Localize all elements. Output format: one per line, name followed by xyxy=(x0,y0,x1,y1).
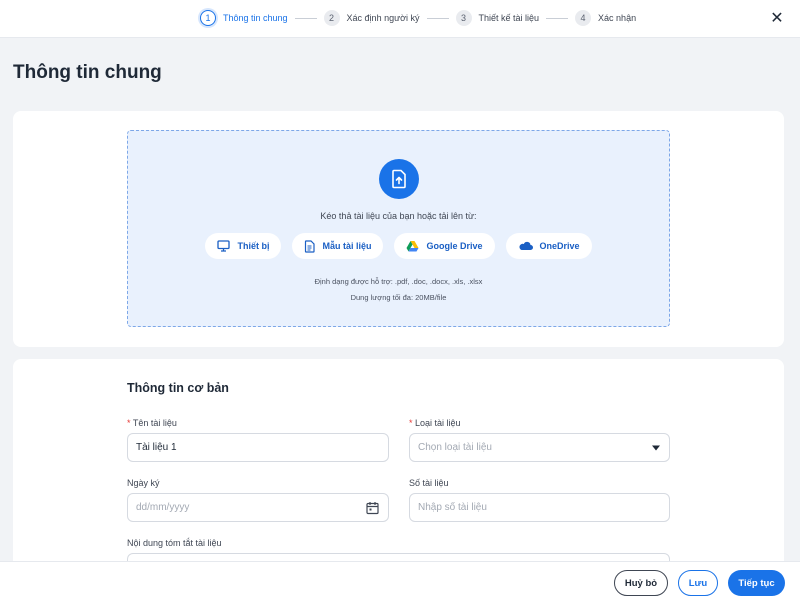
doc-name-label-text: Tên tài liệu xyxy=(132,418,177,428)
stepper: 1 Thông tin chung 2 Xác định người ký 3 … xyxy=(200,9,636,27)
doc-type-placeholder: Chọn loại tài liệu xyxy=(418,442,492,453)
action-bar: Huỷ bỏ Lưu Tiếp tục xyxy=(0,561,800,599)
doc-number-input[interactable]: Nhập số tài liệu xyxy=(409,493,670,522)
calendar-icon[interactable] xyxy=(366,501,379,514)
step-confirm[interactable]: 4 Xác nhận xyxy=(575,10,636,26)
doc-name-label: * Tên tài liệu xyxy=(127,418,177,428)
source-label: Mẫu tài liệu xyxy=(322,241,372,251)
caret-down-icon xyxy=(652,445,660,450)
source-label: OneDrive xyxy=(539,241,580,251)
step-design[interactable]: 3 Thiết kế tài liệu xyxy=(455,10,540,26)
sign-date-input[interactable]: dd/mm/yyyy xyxy=(127,493,389,522)
step-connector xyxy=(426,17,449,19)
required-mark: * xyxy=(127,418,131,428)
upload-from-google-drive-button[interactable]: Google Drive xyxy=(394,233,495,259)
sign-date-label: Ngày ký xyxy=(127,478,160,488)
step-connector xyxy=(546,17,569,19)
upload-file-icon[interactable] xyxy=(379,159,419,199)
step-signers[interactable]: 2 Xác định người ký xyxy=(323,10,420,26)
doc-name-value: Tài liệu 1 xyxy=(136,442,177,453)
step-connector xyxy=(294,17,317,19)
close-icon[interactable]: ✕ xyxy=(768,9,786,27)
source-label: Thiết bị xyxy=(237,241,270,251)
step-label: Thiết kế tài liệu xyxy=(478,13,540,23)
monitor-icon xyxy=(217,240,231,252)
step-label: Xác định người ký xyxy=(346,13,420,23)
step-number: 1 xyxy=(200,10,216,26)
supported-formats-hint: Định dạng được hỗ trợ: .pdf, .doc, .docx… xyxy=(314,277,483,286)
step-number: 4 xyxy=(575,10,592,26)
step-number: 3 xyxy=(455,10,472,26)
google-drive-icon xyxy=(406,241,419,252)
next-button[interactable]: Tiếp tục xyxy=(728,570,785,596)
onedrive-icon xyxy=(518,241,533,250)
sign-date-placeholder: dd/mm/yyyy xyxy=(136,502,190,513)
doc-type-label: * Loại tài liệu xyxy=(409,418,461,428)
step-general-info[interactable]: 1 Thông tin chung xyxy=(200,10,288,26)
step-number: 2 xyxy=(323,10,340,26)
top-bar: 1 Thông tin chung 2 Xác định người ký 3 … xyxy=(0,0,800,38)
doc-type-label-text: Loại tài liệu xyxy=(415,418,461,428)
required-mark: * xyxy=(409,418,413,428)
source-label: Google Drive xyxy=(426,241,483,251)
upload-from-template-button[interactable]: Mẫu tài liệu xyxy=(292,233,384,259)
cancel-button[interactable]: Huỷ bỏ xyxy=(614,570,668,596)
summary-label: Nội dung tóm tắt tài liệu xyxy=(127,538,222,548)
upload-from-device-button[interactable]: Thiết bị xyxy=(205,233,282,259)
doc-type-select[interactable]: Chọn loại tài liệu xyxy=(409,433,670,462)
step-label: Thông tin chung xyxy=(223,13,288,23)
upload-sources: Thiết bị Mẫu tài liệu Google Drive OneDr… xyxy=(128,233,669,259)
doc-number-label: Số tài liệu xyxy=(409,478,449,488)
upload-from-onedrive-button[interactable]: OneDrive xyxy=(505,233,592,259)
file-dropzone[interactable]: Kéo thả tài liệu của bạn hoặc tải lên từ… xyxy=(127,130,670,327)
document-template-icon xyxy=(305,239,316,253)
upload-card: Kéo thả tài liệu của bạn hoặc tải lên từ… xyxy=(13,111,784,347)
doc-name-input[interactable]: Tài liệu 1 xyxy=(127,433,389,462)
max-size-hint: Dung lượng tối đa: 20MB/file xyxy=(350,293,447,302)
step-label: Xác nhận xyxy=(598,13,637,23)
save-button[interactable]: Lưu xyxy=(678,570,718,596)
doc-number-placeholder: Nhập số tài liệu xyxy=(418,502,487,513)
section-title: Thông tin cơ bản xyxy=(127,381,229,395)
drop-instruction: Kéo thả tài liệu của bạn hoặc tải lên từ… xyxy=(320,211,477,221)
page-title: Thông tin chung xyxy=(13,62,162,83)
